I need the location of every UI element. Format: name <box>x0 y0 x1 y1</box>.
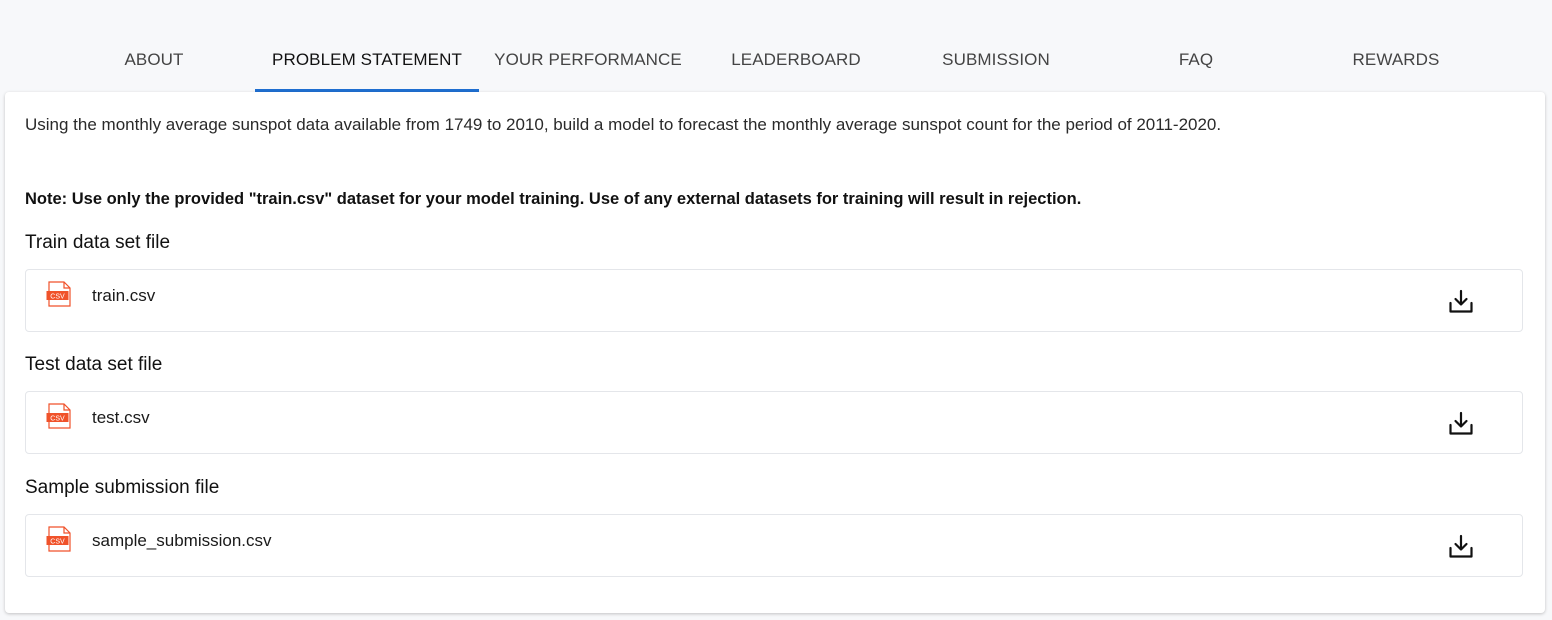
train-file-card: CSV train.csv <box>25 269 1523 332</box>
test-file-card: CSV test.csv <box>25 391 1523 454</box>
tab-submission[interactable]: SUBMISSION <box>916 30 1076 92</box>
train-file-name[interactable]: train.csv <box>92 286 155 306</box>
csv-file-icon: CSV <box>46 403 71 429</box>
tab-about[interactable]: ABOUT <box>84 30 224 92</box>
sample-submission-file-name[interactable]: sample_submission.csv <box>92 531 272 551</box>
test-file-name[interactable]: test.csv <box>92 408 150 428</box>
csv-icon-label: CSV <box>50 293 65 300</box>
sample-submission-section-title: Sample submission file <box>25 477 220 498</box>
sample-submission-file-card: CSV sample_submission.csv <box>25 514 1523 577</box>
tab-faq[interactable]: FAQ <box>1146 30 1246 92</box>
download-icon[interactable] <box>1448 534 1474 560</box>
tab-problem-statement[interactable]: PROBLEM STATEMENT <box>255 30 479 92</box>
training-note: Note: Use only the provided "train.csv" … <box>25 190 1082 208</box>
csv-icon-label: CSV <box>50 415 65 422</box>
tab-leaderboard[interactable]: LEADERBOARD <box>711 30 881 92</box>
download-icon[interactable] <box>1448 289 1474 315</box>
tab-rewards[interactable]: REWARDS <box>1331 30 1461 92</box>
tab-your-performance[interactable]: YOUR PERFORMANCE <box>487 30 689 92</box>
train-section-title: Train data set file <box>25 232 171 253</box>
problem-description: Using the monthly average sunspot data a… <box>25 115 1222 134</box>
tab-bar: ABOUT PROBLEM STATEMENT YOUR PERFORMANCE… <box>0 0 1552 92</box>
csv-file-icon: CSV <box>46 526 71 552</box>
problem-statement-panel: Using the monthly average sunspot data a… <box>5 92 1545 613</box>
csv-icon-label: CSV <box>50 538 65 545</box>
csv-file-icon: CSV <box>46 281 71 307</box>
test-section-title: Test data set file <box>25 354 163 375</box>
download-icon[interactable] <box>1448 411 1474 437</box>
